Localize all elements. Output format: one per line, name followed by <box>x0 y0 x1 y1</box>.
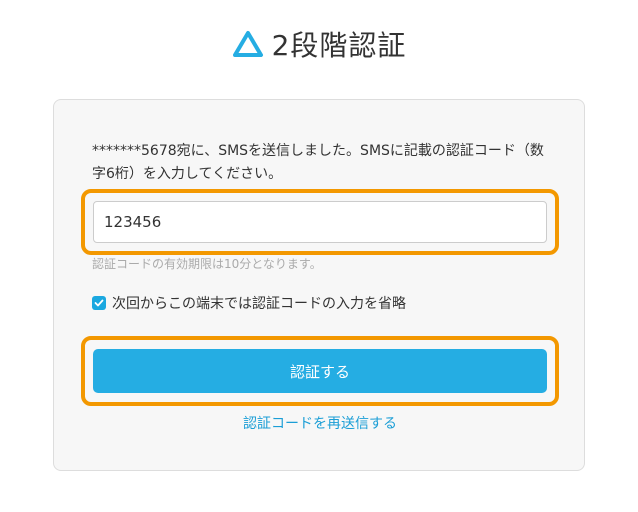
triangle-logo-icon <box>232 30 264 58</box>
verification-code-input[interactable] <box>93 201 547 243</box>
resend-code-link[interactable]: 認証コードを再送信する <box>54 413 586 433</box>
page-header: 2段階認証 <box>0 24 638 64</box>
verification-card: *******5678宛に、SMSを送信しました。SMSに記載の認証コード（数字… <box>53 99 585 471</box>
remember-device-label: 次回からこの端末では認証コードの入力を省略 <box>112 296 406 312</box>
expiry-hint: 認証コードの有効期限は10分となります。 <box>92 257 322 271</box>
checkbox-checked-icon[interactable] <box>92 296 106 310</box>
verify-button[interactable]: 認証する <box>93 349 547 393</box>
remember-device-checkbox[interactable]: 次回からこの端末では認証コードの入力を省略 <box>92 293 406 313</box>
page-title: 2段階認証 <box>271 29 407 62</box>
sms-sent-message: *******5678宛に、SMSを送信しました。SMSに記載の認証コード（数字… <box>92 143 544 182</box>
